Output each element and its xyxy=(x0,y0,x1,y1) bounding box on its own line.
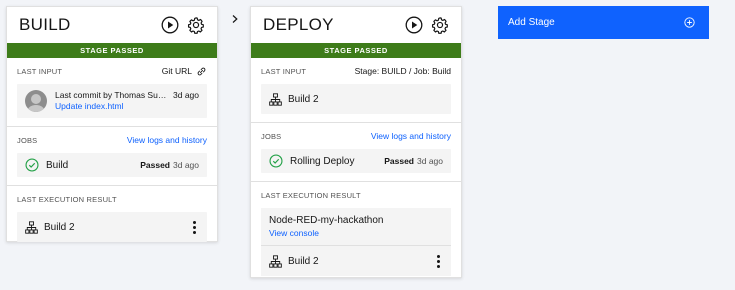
kebab-menu-icon[interactable] xyxy=(433,252,443,270)
view-logs-link[interactable]: View logs and history xyxy=(371,131,451,141)
build-tile: Build 2 xyxy=(261,246,451,276)
stage-header: DEPLOY xyxy=(251,7,461,43)
commit-message-link[interactable]: Update index.html xyxy=(55,101,199,112)
input-source-label: Git URL xyxy=(161,66,192,76)
add-stage-button[interactable]: Add Stage xyxy=(498,6,709,39)
build-name: Build 2 xyxy=(288,255,319,267)
build-name: Build 2 xyxy=(44,221,75,233)
last-input-section: LAST INPUT Stage: BUILD / Job: Build Bui… xyxy=(251,58,461,123)
play-icon[interactable] xyxy=(403,14,425,36)
last-input-section: LAST INPUT Git URL Last commit by Thomas… xyxy=(7,58,217,127)
stage-status-banner: STAGE PASSED xyxy=(7,43,217,58)
build-tile: Build 2 xyxy=(17,212,207,242)
section-label: LAST EXECUTION RESULT xyxy=(261,190,361,200)
gear-icon[interactable] xyxy=(429,14,451,36)
build-tree-icon xyxy=(25,220,38,234)
stage-title: BUILD xyxy=(19,15,71,34)
job-name: Build xyxy=(46,159,69,171)
checkmark-circle-icon xyxy=(25,158,39,172)
section-label: LAST INPUT xyxy=(17,66,63,76)
job-tile[interactable]: Rolling Deploy Passed 3d ago xyxy=(261,149,451,173)
stage-title: DEPLOY xyxy=(263,15,334,34)
input-build-tile: Build 2 xyxy=(261,84,451,114)
stage-status-banner: STAGE PASSED xyxy=(251,43,461,58)
input-source: Git URL xyxy=(162,66,207,77)
build-name: Build 2 xyxy=(288,93,319,105)
build-tree-icon xyxy=(269,254,282,268)
chevron-right-icon xyxy=(229,13,241,25)
last-execution-section: LAST EXECUTION RESULT Build 2 xyxy=(7,186,217,250)
job-status: Passed xyxy=(384,156,414,166)
job-status: Passed xyxy=(140,160,170,170)
commit-author: Last commit by Thomas Suedbro... xyxy=(55,90,170,100)
job-tile[interactable]: Build Passed 3d ago xyxy=(17,153,207,177)
view-logs-link[interactable]: View logs and history xyxy=(127,135,207,145)
commit-tile: Last commit by Thomas Suedbro... 3d ago … xyxy=(17,84,207,118)
job-name: Rolling Deploy xyxy=(290,155,355,167)
job-time: 3d ago xyxy=(417,156,443,166)
kebab-menu-icon[interactable] xyxy=(189,218,199,236)
build-tree-icon xyxy=(269,92,282,106)
app-name: Node-RED-my-hackathon xyxy=(269,215,384,226)
jobs-section: JOBS View logs and history Build Passed … xyxy=(7,127,217,186)
link-icon xyxy=(197,67,206,75)
last-execution-section: LAST EXECUTION RESULT Node-RED-my-hackat… xyxy=(251,182,461,284)
play-icon[interactable] xyxy=(159,14,181,36)
stage-card-build: BUILD STAGE PASSED LAST INPUT Git URL La… xyxy=(6,6,218,242)
job-time: 3d ago xyxy=(173,160,199,170)
section-label: LAST INPUT xyxy=(261,66,307,76)
stage-header: BUILD xyxy=(7,7,217,43)
checkmark-circle-icon xyxy=(269,154,283,168)
section-label: JOBS xyxy=(261,131,282,141)
section-label: JOBS xyxy=(17,135,38,145)
stage-card-deploy: DEPLOY STAGE PASSED LAST INPUT Stage: BU… xyxy=(250,6,462,278)
input-source-label: Stage: BUILD / Job: Build xyxy=(354,66,451,76)
gear-icon[interactable] xyxy=(185,14,207,36)
add-stage-label: Add Stage xyxy=(508,17,555,28)
commit-time: 3d ago xyxy=(173,90,199,100)
view-console-link[interactable]: View console xyxy=(269,227,443,239)
add-circle-icon xyxy=(684,17,695,28)
execution-result-group: Node-RED-my-hackathon View console Build… xyxy=(261,208,451,276)
jobs-section: JOBS View logs and history Rolling Deplo… xyxy=(251,123,461,182)
avatar xyxy=(25,90,47,112)
section-label: LAST EXECUTION RESULT xyxy=(17,194,117,204)
